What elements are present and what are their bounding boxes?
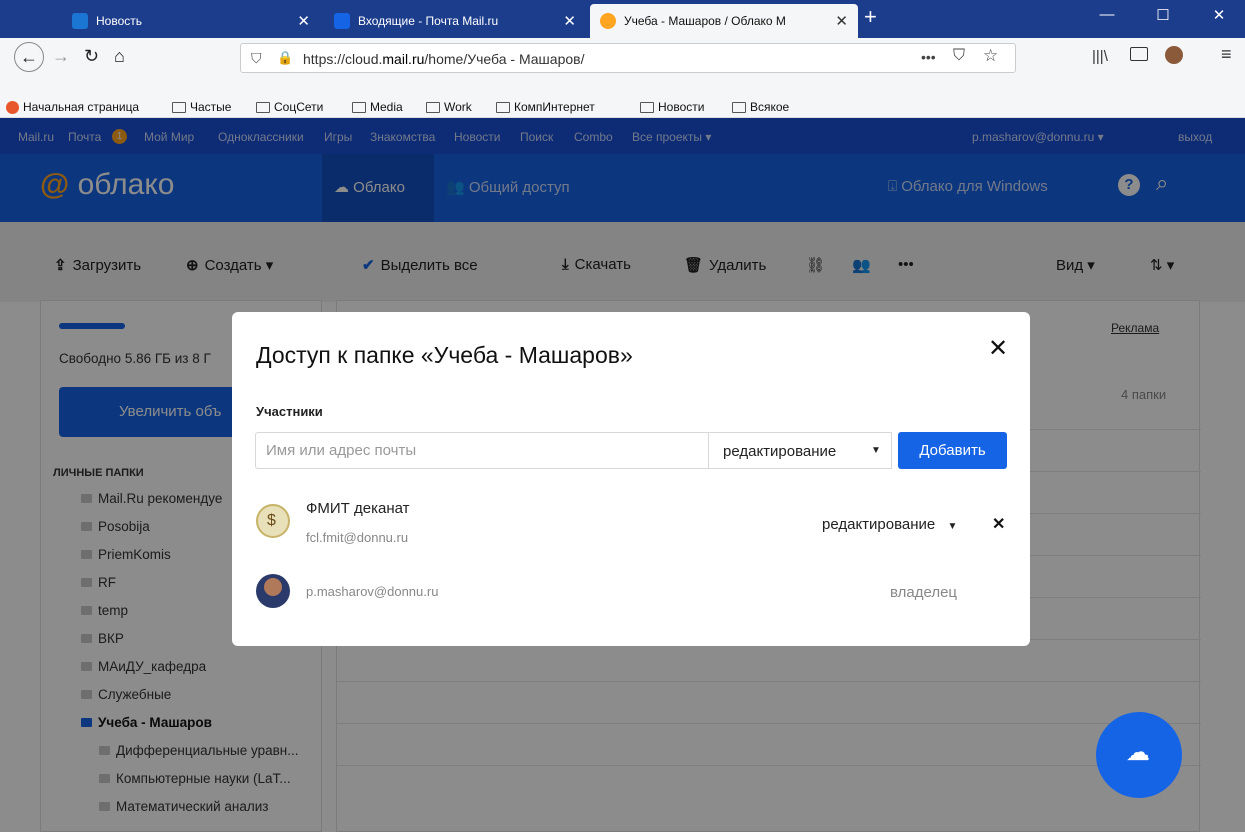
bookmark-label: Начальная страница xyxy=(23,100,140,114)
avatar xyxy=(256,574,290,608)
folder-icon xyxy=(640,101,654,113)
firefox-icon xyxy=(6,100,19,114)
floating-upload-button[interactable]: ☁ xyxy=(1096,712,1182,798)
lock-icon: 🔒 xyxy=(277,50,294,65)
shield-icon: ⛉ xyxy=(251,50,262,66)
chevron-down-icon: ▼ xyxy=(871,445,881,456)
sidebar-toggle-icon[interactable] xyxy=(1130,47,1148,61)
browser-nav-bar: ← → ↻ ⌂ ⛉ 🔒 https://cloud.mail.ru/home/У… xyxy=(0,38,1245,118)
member-email: p.masharov@donnu.ru xyxy=(306,584,439,599)
avatar: $ xyxy=(256,504,290,538)
pocket-icon[interactable]: ⛉ xyxy=(953,47,965,65)
forward-icon[interactable]: → xyxy=(52,46,70,67)
permission-select[interactable]: редактирование ▼ xyxy=(708,432,892,469)
user-photo-icon xyxy=(264,578,282,596)
cloud-favicon-icon xyxy=(600,13,616,29)
bookmark-folder[interactable]: СоцСети xyxy=(256,100,323,114)
bookmark-folder[interactable]: КомпИнтернет xyxy=(496,100,595,114)
chevron-down-icon: ▼ xyxy=(947,521,958,532)
bookmark-start[interactable]: Начальная страница xyxy=(6,100,139,114)
member-role-owner: владелец xyxy=(890,584,958,601)
member-email: fcl.fmit@donnu.ru xyxy=(306,530,409,545)
more-actions-icon[interactable]: ••• xyxy=(921,49,936,65)
bookmark-label: Новости xyxy=(658,100,705,114)
url-prefix: https://cloud. xyxy=(303,51,383,67)
share-dialog: Доступ к папке «Учеба - Машаров» ✕ Участ… xyxy=(232,312,1030,646)
bookmark-label: Всякое xyxy=(750,100,790,114)
bookmark-folder[interactable]: Media xyxy=(352,100,403,114)
close-window-icon[interactable]: ✕ xyxy=(1196,6,1242,24)
tab-label: Входящие - Почта Mail.ru xyxy=(358,14,499,28)
tab-label: Учеба - Машаров / Облако М xyxy=(624,14,786,28)
bookmark-label: Work xyxy=(444,100,472,114)
new-tab-icon[interactable]: + xyxy=(864,4,877,30)
bookmark-folder[interactable]: Всякое xyxy=(732,100,789,114)
email-input[interactable] xyxy=(255,432,708,469)
folder-icon xyxy=(172,101,186,113)
browser-tab-bar: Новость ✕ Входящие - Почта Mail.ru ✕ Уче… xyxy=(0,0,1245,38)
member-permission-select[interactable]: редактирование ▼ xyxy=(822,516,957,533)
folder-icon xyxy=(256,101,270,113)
close-icon[interactable]: ✕ xyxy=(563,12,576,30)
tab-inbox[interactable]: Входящие - Почта Mail.ru ✕ xyxy=(324,4,586,38)
add-button[interactable]: Добавить xyxy=(898,432,1007,469)
close-icon[interactable]: ✕ xyxy=(835,12,848,30)
permission-value: редактирование xyxy=(723,443,837,460)
close-icon[interactable]: ✕ xyxy=(297,12,310,30)
dialog-title: Доступ к папке «Учеба - Машаров» xyxy=(256,342,633,368)
tab-cloud[interactable]: Учеба - Машаров / Облако М ✕ xyxy=(590,4,858,38)
bookmark-folder[interactable]: Work xyxy=(426,100,472,114)
library-icon[interactable]: |||\ xyxy=(1092,48,1108,65)
url-path: /home/Учеба - Машаров/ xyxy=(424,51,585,67)
tab-news[interactable]: Новость ✕ xyxy=(62,4,320,38)
bookmark-label: Частые xyxy=(190,100,232,114)
bookmark-folder[interactable]: Новости xyxy=(640,100,704,114)
bookmark-label: СоцСети xyxy=(274,100,324,114)
reload-icon[interactable]: ↻ xyxy=(84,46,99,67)
account-avatar-icon[interactable] xyxy=(1165,46,1183,64)
url-domain: mail.ru xyxy=(382,51,425,67)
folder-icon xyxy=(426,101,440,113)
bookmark-label: Media xyxy=(370,100,403,114)
bookmark-label: КомпИнтернет xyxy=(514,100,595,114)
home-icon[interactable]: ⌂ xyxy=(114,46,125,67)
members-label: Участники xyxy=(256,404,323,419)
tab-label: Новость xyxy=(96,14,143,28)
url-text: https://cloud.mail.ru/home/Учеба - Машар… xyxy=(303,51,584,67)
member-role: редактирование xyxy=(822,516,936,533)
bookmarks-bar: Начальная страница Частые СоцСети Media … xyxy=(0,96,1245,118)
url-bar[interactable]: ⛉ 🔒 https://cloud.mail.ru/home/Учеба - М… xyxy=(240,43,1016,73)
folder-icon xyxy=(732,101,746,113)
member-name: ФМИТ деканат xyxy=(306,500,410,517)
faculty-emblem-icon: $ xyxy=(267,512,276,529)
star-icon[interactable]: ☆ xyxy=(983,46,998,66)
close-icon[interactable]: ✕ xyxy=(988,334,1008,363)
folder-icon xyxy=(352,101,366,113)
mail-favicon-icon xyxy=(334,13,350,29)
minimize-icon[interactable]: — xyxy=(1084,6,1130,23)
bookmark-folder[interactable]: Частые xyxy=(172,100,231,114)
folder-icon xyxy=(496,101,510,113)
mailru-favicon-icon xyxy=(72,13,88,29)
maximize-icon[interactable]: ☐ xyxy=(1140,6,1186,24)
remove-member-icon[interactable]: ✕ xyxy=(992,514,1005,534)
menu-icon[interactable]: ≡ xyxy=(1221,44,1232,65)
cloud-upload-icon: ☁ xyxy=(1126,739,1150,766)
back-icon[interactable]: ← xyxy=(14,42,44,72)
